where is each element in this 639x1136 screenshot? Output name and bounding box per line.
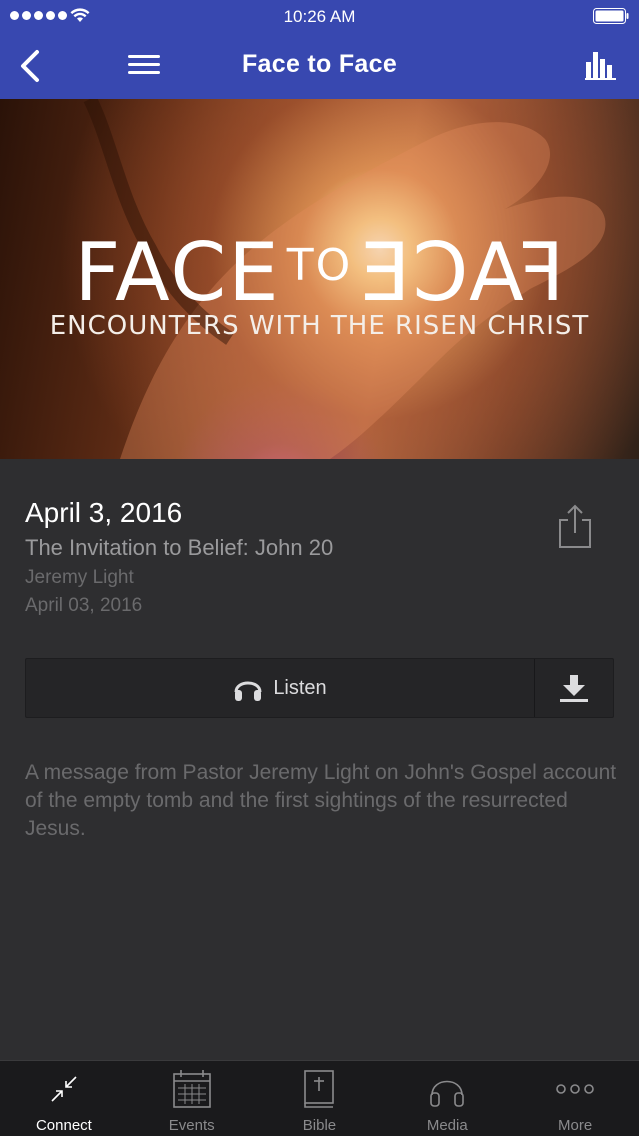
hero-title-left: FACE: [74, 226, 281, 319]
tab-label: Events: [168, 1117, 215, 1134]
audio-actions: Listen: [25, 658, 614, 718]
tab-label: Media: [426, 1117, 468, 1134]
navigation-bar: Face to Face: [0, 32, 639, 99]
status-time: 10:26 AM: [283, 7, 356, 26]
tab-bible[interactable]: Bible: [256, 1061, 384, 1136]
sermon-title: The Invitation to Belief: John 20: [25, 535, 334, 560]
battery-icon: [593, 8, 629, 24]
headphones-icon: [427, 1069, 467, 1109]
sermon-detail: April 3, 2016 The Invitation to Belief: …: [0, 459, 639, 1060]
tab-label: Connect: [35, 1117, 92, 1134]
stats-button[interactable]: [585, 50, 617, 80]
more-dots-icon: [555, 1069, 595, 1109]
tab-media[interactable]: Media: [383, 1061, 511, 1136]
sermon-series-artwork: FACE TOFACE ENCOUNTERS WITH THE RISEN CHR…: [0, 99, 639, 459]
download-icon: [560, 675, 588, 702]
hero-title-right-mirrored: FACE: [358, 226, 565, 319]
hero-title: FACE TOFACE: [0, 226, 639, 319]
bible-icon: [299, 1069, 339, 1109]
hero-subtitle: ENCOUNTERS WITH THE RISEN CHRIST: [49, 311, 590, 341]
status-bar: 10:26 AM: [0, 0, 639, 32]
share-button[interactable]: [556, 503, 594, 549]
tab-label: More: [557, 1117, 593, 1134]
tab-bar: Connect Events Bible Media More: [0, 1060, 639, 1136]
sermon-published-date: April 03, 2016: [25, 595, 143, 616]
bar-chart-icon: [585, 52, 616, 80]
tab-connect[interactable]: Connect: [0, 1061, 128, 1136]
listen-button[interactable]: Listen: [26, 659, 534, 717]
sermon-description: A message from Pastor Jeremy Light on Jo…: [25, 761, 617, 840]
listen-label: Listen: [273, 676, 327, 699]
sermon-date: April 3, 2016: [25, 497, 183, 528]
tab-label: Bible: [302, 1117, 337, 1134]
download-button[interactable]: [535, 659, 613, 717]
tab-more[interactable]: More: [511, 1061, 639, 1136]
connect-icon: [44, 1069, 84, 1109]
share-icon: [559, 504, 591, 548]
headphones-icon: [234, 681, 262, 701]
calendar-icon: [172, 1069, 212, 1109]
page-title: Face to Face: [241, 50, 398, 78]
tab-events[interactable]: Events: [128, 1061, 256, 1136]
hero-title-to: TO: [286, 240, 353, 291]
sermon-speaker: Jeremy Light: [25, 567, 134, 588]
